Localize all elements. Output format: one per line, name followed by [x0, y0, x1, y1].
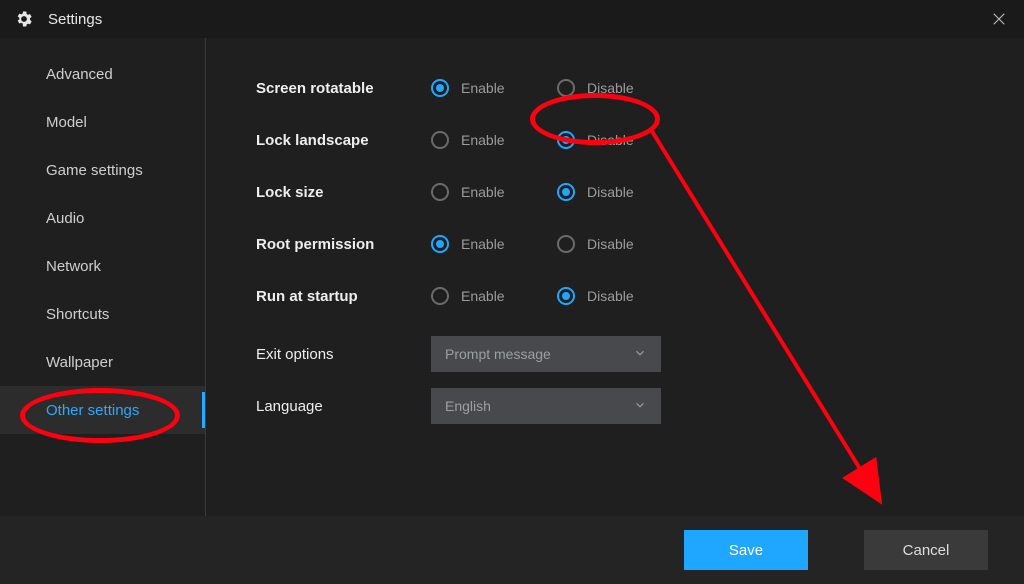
radio-enable[interactable]: Enable	[431, 183, 513, 201]
row-lock-size: Lock size Enable Disable	[256, 166, 984, 218]
row-run-at-startup: Run at startup Enable Disable	[256, 270, 984, 322]
select-value: Prompt message	[445, 346, 551, 362]
sidebar-item-label: Audio	[46, 210, 84, 227]
radio-label: Enable	[461, 236, 505, 252]
radio-icon	[557, 235, 575, 253]
setting-label: Lock landscape	[256, 132, 431, 149]
sidebar-item-label: Shortcuts	[46, 306, 109, 323]
radio-enable[interactable]: Enable	[431, 235, 513, 253]
radio-icon	[557, 183, 575, 201]
radio-icon	[431, 183, 449, 201]
radio-disable[interactable]: Disable	[557, 131, 639, 149]
radio-enable[interactable]: Enable	[431, 131, 513, 149]
sidebar-item-advanced[interactable]: Advanced	[0, 50, 205, 98]
radio-label: Enable	[461, 80, 505, 96]
exit-options-select[interactable]: Prompt message	[431, 336, 661, 372]
radio-disable[interactable]: Disable	[557, 183, 639, 201]
setting-label: Run at startup	[256, 288, 431, 305]
sidebar-item-network[interactable]: Network	[0, 242, 205, 290]
row-exit-options: Exit options Prompt message	[256, 328, 984, 380]
body: Advanced Model Game settings Audio Netwo…	[0, 38, 1024, 516]
radio-icon	[431, 79, 449, 97]
close-button[interactable]	[988, 8, 1010, 30]
radio-group: Enable Disable	[431, 287, 639, 305]
radio-label: Enable	[461, 288, 505, 304]
row-screen-rotatable: Screen rotatable Enable Disable	[256, 62, 984, 114]
radio-enable[interactable]: Enable	[431, 79, 513, 97]
radio-icon	[557, 131, 575, 149]
sidebar-item-audio[interactable]: Audio	[0, 194, 205, 242]
radio-label: Disable	[587, 80, 634, 96]
row-language: Language English	[256, 380, 984, 432]
sidebar-item-label: Model	[46, 114, 87, 131]
footer: Save Cancel	[0, 516, 1024, 584]
radio-icon	[557, 79, 575, 97]
radio-group: Enable Disable	[431, 235, 639, 253]
radio-icon	[431, 131, 449, 149]
sidebar-item-label: Game settings	[46, 162, 143, 179]
radio-disable[interactable]: Disable	[557, 235, 639, 253]
setting-label: Root permission	[256, 236, 431, 253]
radio-label: Disable	[587, 132, 634, 148]
radio-label: Enable	[461, 184, 505, 200]
radio-label: Disable	[587, 236, 634, 252]
sidebar-item-shortcuts[interactable]: Shortcuts	[0, 290, 205, 338]
setting-label: Screen rotatable	[256, 80, 431, 97]
setting-label: Exit options	[256, 346, 431, 363]
radio-group: Enable Disable	[431, 131, 639, 149]
select-value: English	[445, 398, 491, 414]
sidebar-item-wallpaper[interactable]: Wallpaper	[0, 338, 205, 386]
radio-label: Enable	[461, 132, 505, 148]
setting-label: Lock size	[256, 184, 431, 201]
language-select[interactable]: English	[431, 388, 661, 424]
sidebar-item-label: Network	[46, 258, 101, 275]
sidebar: Advanced Model Game settings Audio Netwo…	[0, 38, 206, 516]
radio-icon	[431, 235, 449, 253]
gear-icon	[14, 9, 34, 29]
radio-group: Enable Disable	[431, 79, 639, 97]
save-button[interactable]: Save	[684, 530, 808, 570]
sidebar-item-game-settings[interactable]: Game settings	[0, 146, 205, 194]
sidebar-item-other-settings[interactable]: Other settings	[0, 386, 205, 434]
settings-content: Screen rotatable Enable Disable Lock lan…	[206, 38, 1024, 516]
chevron-down-icon	[633, 346, 647, 363]
radio-disable[interactable]: Disable	[557, 287, 639, 305]
radio-enable[interactable]: Enable	[431, 287, 513, 305]
sidebar-item-label: Other settings	[46, 402, 139, 419]
sidebar-item-label: Advanced	[46, 66, 113, 83]
sidebar-item-label: Wallpaper	[46, 354, 113, 371]
titlebar: Settings	[0, 0, 1024, 38]
cancel-button[interactable]: Cancel	[864, 530, 988, 570]
row-root-permission: Root permission Enable Disable	[256, 218, 984, 270]
radio-label: Disable	[587, 184, 634, 200]
row-lock-landscape: Lock landscape Enable Disable	[256, 114, 984, 166]
radio-icon	[431, 287, 449, 305]
radio-group: Enable Disable	[431, 183, 639, 201]
window-title: Settings	[48, 11, 102, 28]
chevron-down-icon	[633, 398, 647, 415]
sidebar-item-model[interactable]: Model	[0, 98, 205, 146]
radio-icon	[557, 287, 575, 305]
radio-label: Disable	[587, 288, 634, 304]
radio-disable[interactable]: Disable	[557, 79, 639, 97]
setting-label: Language	[256, 398, 431, 415]
